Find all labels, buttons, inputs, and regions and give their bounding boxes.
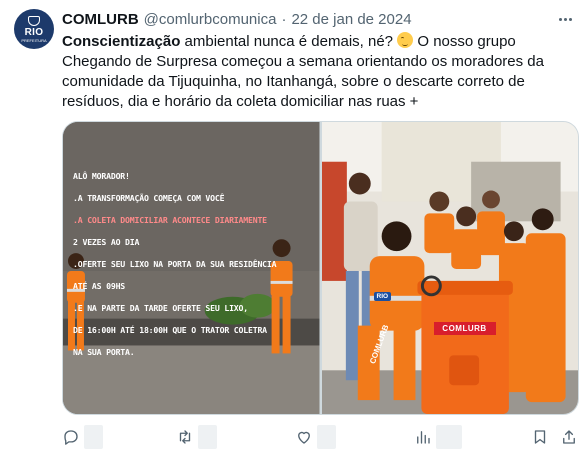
mural-text: ALÔ MORADOR! .A TRANSFORMAÇÃO COMEÇA COM… bbox=[73, 160, 313, 369]
views-button[interactable] bbox=[414, 424, 463, 450]
reply-count-hidden bbox=[84, 425, 103, 449]
tweet-text: Conscientização ambiental nunca é demais… bbox=[62, 32, 577, 112]
mural-line: ALÔ MORADOR! bbox=[73, 171, 130, 181]
separator-dot: · bbox=[281, 10, 287, 28]
reply-button[interactable] bbox=[62, 424, 103, 450]
like-button[interactable] bbox=[295, 424, 336, 450]
bookmark-button[interactable] bbox=[531, 424, 549, 450]
avatar-logo-text: RIO bbox=[24, 26, 44, 38]
crest-icon bbox=[28, 15, 40, 26]
retweet-count-hidden bbox=[198, 425, 217, 449]
author-name[interactable]: COMLURB bbox=[62, 11, 139, 28]
action-bar bbox=[62, 424, 579, 450]
mural-line: ATÉ AS 09HS bbox=[73, 281, 126, 291]
relieved-face-emoji-icon bbox=[397, 32, 414, 48]
bin-label: COMLURB bbox=[433, 322, 496, 335]
retweet-icon bbox=[179, 430, 191, 444]
mural-line: .E NA PARTE DA TARDE OFERTE SEU LIXO, bbox=[73, 303, 248, 313]
retweet-button[interactable] bbox=[176, 424, 217, 450]
tweet-header: COMLURB @comlurbcomunica · 22 de jan de … bbox=[62, 9, 412, 29]
bookmark-icon bbox=[534, 430, 546, 444]
photo-mural[interactable]: ALÔ MORADOR! .A TRANSFORMAÇÃO COMEÇA COM… bbox=[63, 122, 320, 414]
mural-line: DE 16:00H ATÉ 18:00H QUE O TRATOR COLETR… bbox=[73, 325, 267, 335]
mural-line: .OFERTE SEU LIXO NA PORTA DA SUA RESIDÊN… bbox=[73, 259, 277, 269]
mural-line: NA SUA PORTA. bbox=[73, 347, 135, 357]
mural-line: .A COLETA DOMICILIAR ACONTECE DIARIAMENT… bbox=[73, 215, 267, 225]
tweet-text-part1: ambiental nunca é demais, né? bbox=[180, 33, 398, 50]
vest-badge: RIO bbox=[373, 292, 392, 301]
heart-icon bbox=[298, 431, 310, 444]
tweet-date[interactable]: 22 de jan de 2024 bbox=[291, 11, 411, 28]
mural-line: .A TRANSFORMAÇÃO COMEÇA COM VOCÊ bbox=[73, 193, 225, 203]
more-options-icon[interactable] bbox=[555, 10, 575, 28]
reply-icon bbox=[64, 430, 78, 445]
tweet-text-bold: Conscientização bbox=[62, 33, 181, 50]
author-avatar[interactable]: RIO PREFEITURA bbox=[14, 9, 54, 49]
share-button[interactable] bbox=[560, 424, 578, 450]
views-icon bbox=[417, 431, 430, 444]
like-count-hidden bbox=[317, 425, 336, 449]
media-grid: ALÔ MORADOR! .A TRANSFORMAÇÃO COMEÇA COM… bbox=[62, 121, 579, 415]
tweet-card[interactable]: RIO PREFEITURA COMLURB @comlurbcomunica … bbox=[0, 0, 585, 462]
avatar-logo-subtext: PREFEITURA bbox=[21, 37, 47, 43]
author-handle[interactable]: @comlurbcomunica bbox=[144, 11, 277, 28]
mural-line: 2 VEZES AO DIA bbox=[73, 237, 140, 247]
views-count-hidden bbox=[436, 425, 463, 449]
share-icon bbox=[563, 430, 575, 444]
photo-group[interactable]: COMLURB COMLURB RIO bbox=[321, 122, 578, 414]
